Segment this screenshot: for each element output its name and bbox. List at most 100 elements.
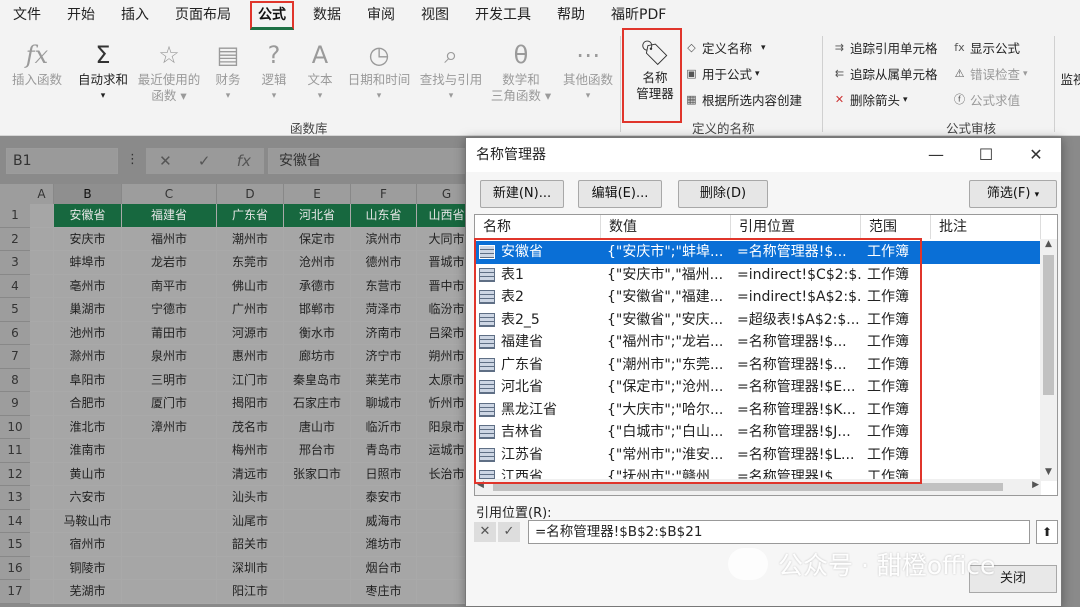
close-icon[interactable]: ✕ xyxy=(1011,138,1061,172)
cell[interactable]: 三明市 xyxy=(122,368,217,392)
tab-foxit-pdf[interactable]: 福昕PDF xyxy=(598,0,679,30)
header-cell[interactable]: 福建省 xyxy=(122,204,217,228)
edit-name-button[interactable]: 编辑(E)... xyxy=(578,180,662,208)
cell[interactable]: 东营市 xyxy=(351,274,417,298)
cell[interactable] xyxy=(284,486,351,510)
cell[interactable] xyxy=(122,533,217,557)
cell[interactable]: 吕梁市 xyxy=(417,321,470,345)
watch-window-button[interactable]: 监视 xyxy=(1058,72,1080,88)
maximize-icon[interactable]: ☐ xyxy=(961,138,1011,172)
text-button[interactable]: A 文本 ▾ xyxy=(300,38,340,104)
row-header[interactable]: 6 xyxy=(0,321,30,345)
cell[interactable]: 德州市 xyxy=(351,251,417,275)
cell[interactable]: 泉州市 xyxy=(122,345,217,369)
cell[interactable]: 济宁市 xyxy=(351,345,417,369)
cell[interactable] xyxy=(417,556,470,580)
tab-review[interactable]: 审阅 xyxy=(354,0,408,30)
cell[interactable]: 潍坊市 xyxy=(351,533,417,557)
cell[interactable]: 聊城市 xyxy=(351,392,417,416)
row-header[interactable]: 7 xyxy=(0,345,30,369)
cell[interactable]: 太原市 xyxy=(417,368,470,392)
cell[interactable] xyxy=(284,580,351,604)
cell[interactable]: 衡水市 xyxy=(284,321,351,345)
cell[interactable] xyxy=(30,274,54,298)
show-formulas-button[interactable]: fx 显示公式 xyxy=(952,38,1020,57)
define-name-button[interactable]: ◇ 定义名称 ▾ xyxy=(684,38,765,57)
cell[interactable] xyxy=(30,556,54,580)
evaluate-formula-button[interactable]: ⓕ 公式求值 xyxy=(952,90,1020,109)
confirm-edit-icon[interactable]: ✓ xyxy=(498,522,520,542)
cell[interactable] xyxy=(417,533,470,557)
cell[interactable] xyxy=(122,509,217,533)
tab-home[interactable]: 开始 xyxy=(54,0,108,30)
collapse-dialog-icon[interactable]: ⬆ xyxy=(1036,520,1058,544)
cell[interactable]: 忻州市 xyxy=(417,392,470,416)
column-header[interactable]: G xyxy=(417,184,470,204)
insert-function-button[interactable]: fx 插入函数 xyxy=(6,38,68,88)
column-header[interactable]: D xyxy=(217,184,284,204)
cell[interactable]: 宁德市 xyxy=(122,298,217,322)
cell[interactable]: 沧州市 xyxy=(284,251,351,275)
trace-dependents-button[interactable]: ⇇ 追踪从属单元格 xyxy=(832,64,938,83)
scroll-up-icon[interactable]: ▲ xyxy=(1040,239,1057,253)
trace-precedents-button[interactable]: ⇉ 追踪引用单元格 xyxy=(832,38,938,57)
cell[interactable] xyxy=(30,415,54,439)
cell[interactable]: 廊坊市 xyxy=(284,345,351,369)
cell[interactable]: 阳泉市 xyxy=(417,415,470,439)
fx-icon[interactable]: fx xyxy=(237,152,251,170)
cell[interactable]: 河源市 xyxy=(217,321,284,345)
remove-arrows-button[interactable]: ✕ 删除箭头 ▾ xyxy=(832,90,908,109)
finance-button[interactable]: ▤ 财务 ▾ xyxy=(208,38,248,104)
cell[interactable]: 临沂市 xyxy=(351,415,417,439)
cell[interactable]: 江门市 xyxy=(217,368,284,392)
cell[interactable]: 朔州市 xyxy=(417,345,470,369)
cancel-icon[interactable]: ✕ xyxy=(159,152,172,170)
new-name-button[interactable]: 新建(N)... xyxy=(480,180,564,208)
cell[interactable]: 龙岩市 xyxy=(122,251,217,275)
vertical-scrollbar[interactable]: ▲ ▼ xyxy=(1040,239,1057,481)
row-header[interactable]: 5 xyxy=(0,298,30,322)
column-header[interactable]: F xyxy=(351,184,417,204)
header-cell[interactable]: 河北省 xyxy=(284,204,351,228)
cell[interactable] xyxy=(30,462,54,486)
row-header[interactable]: 10 xyxy=(0,415,30,439)
row-header[interactable]: 16 xyxy=(0,556,30,580)
datetime-button[interactable]: ◷ 日期和时间 ▾ xyxy=(344,38,414,104)
row-header[interactable]: 8 xyxy=(0,368,30,392)
cell[interactable]: 潮州市 xyxy=(217,227,284,251)
use-in-formula-button[interactable]: ▣ 用于公式 ▾ xyxy=(684,64,759,83)
formula-input[interactable]: 安徽省 xyxy=(268,148,468,174)
row-header[interactable]: 13 xyxy=(0,486,30,510)
cell[interactable]: 淮北市 xyxy=(54,415,122,439)
autosum-button[interactable]: Σ 自动求和 ▾ xyxy=(74,38,132,104)
check-icon[interactable]: ✓ xyxy=(198,152,211,170)
cell[interactable]: 黄山市 xyxy=(54,462,122,486)
row-header[interactable]: 17 xyxy=(0,580,30,604)
scroll-down-icon[interactable]: ▼ xyxy=(1040,467,1057,481)
column-header-comment[interactable]: 批注 xyxy=(931,215,1041,239)
row-header[interactable]: 11 xyxy=(0,439,30,463)
recent-functions-button[interactable]: ☆ 最近使用的 函数 ▾ xyxy=(134,38,204,104)
cell[interactable]: 邢台市 xyxy=(284,439,351,463)
cell[interactable] xyxy=(284,533,351,557)
column-header-scope[interactable]: 范围 xyxy=(861,215,931,239)
cell[interactable]: 承德市 xyxy=(284,274,351,298)
column-header[interactable]: A xyxy=(30,184,54,204)
cell[interactable]: 汕头市 xyxy=(217,486,284,510)
cell[interactable] xyxy=(30,204,54,228)
cell[interactable]: 茂名市 xyxy=(217,415,284,439)
header-cell[interactable]: 广东省 xyxy=(217,204,284,228)
scroll-right-icon[interactable]: ▶ xyxy=(1032,480,1039,490)
cell[interactable] xyxy=(122,556,217,580)
cell[interactable]: 漳州市 xyxy=(122,415,217,439)
tab-developer[interactable]: 开发工具 xyxy=(462,0,544,30)
column-header[interactable]: C xyxy=(122,184,217,204)
cell[interactable]: 晋中市 xyxy=(417,274,470,298)
cell[interactable]: 晋城市 xyxy=(417,251,470,275)
cell[interactable]: 菏泽市 xyxy=(351,298,417,322)
column-header[interactable]: B xyxy=(54,184,122,204)
column-header-name[interactable]: 名称 xyxy=(475,215,601,239)
cell[interactable]: 运城市 xyxy=(417,439,470,463)
cell[interactable]: 莱芜市 xyxy=(351,368,417,392)
lookup-reference-button[interactable]: ⌕ 查找与引用 ▾ xyxy=(416,38,486,104)
